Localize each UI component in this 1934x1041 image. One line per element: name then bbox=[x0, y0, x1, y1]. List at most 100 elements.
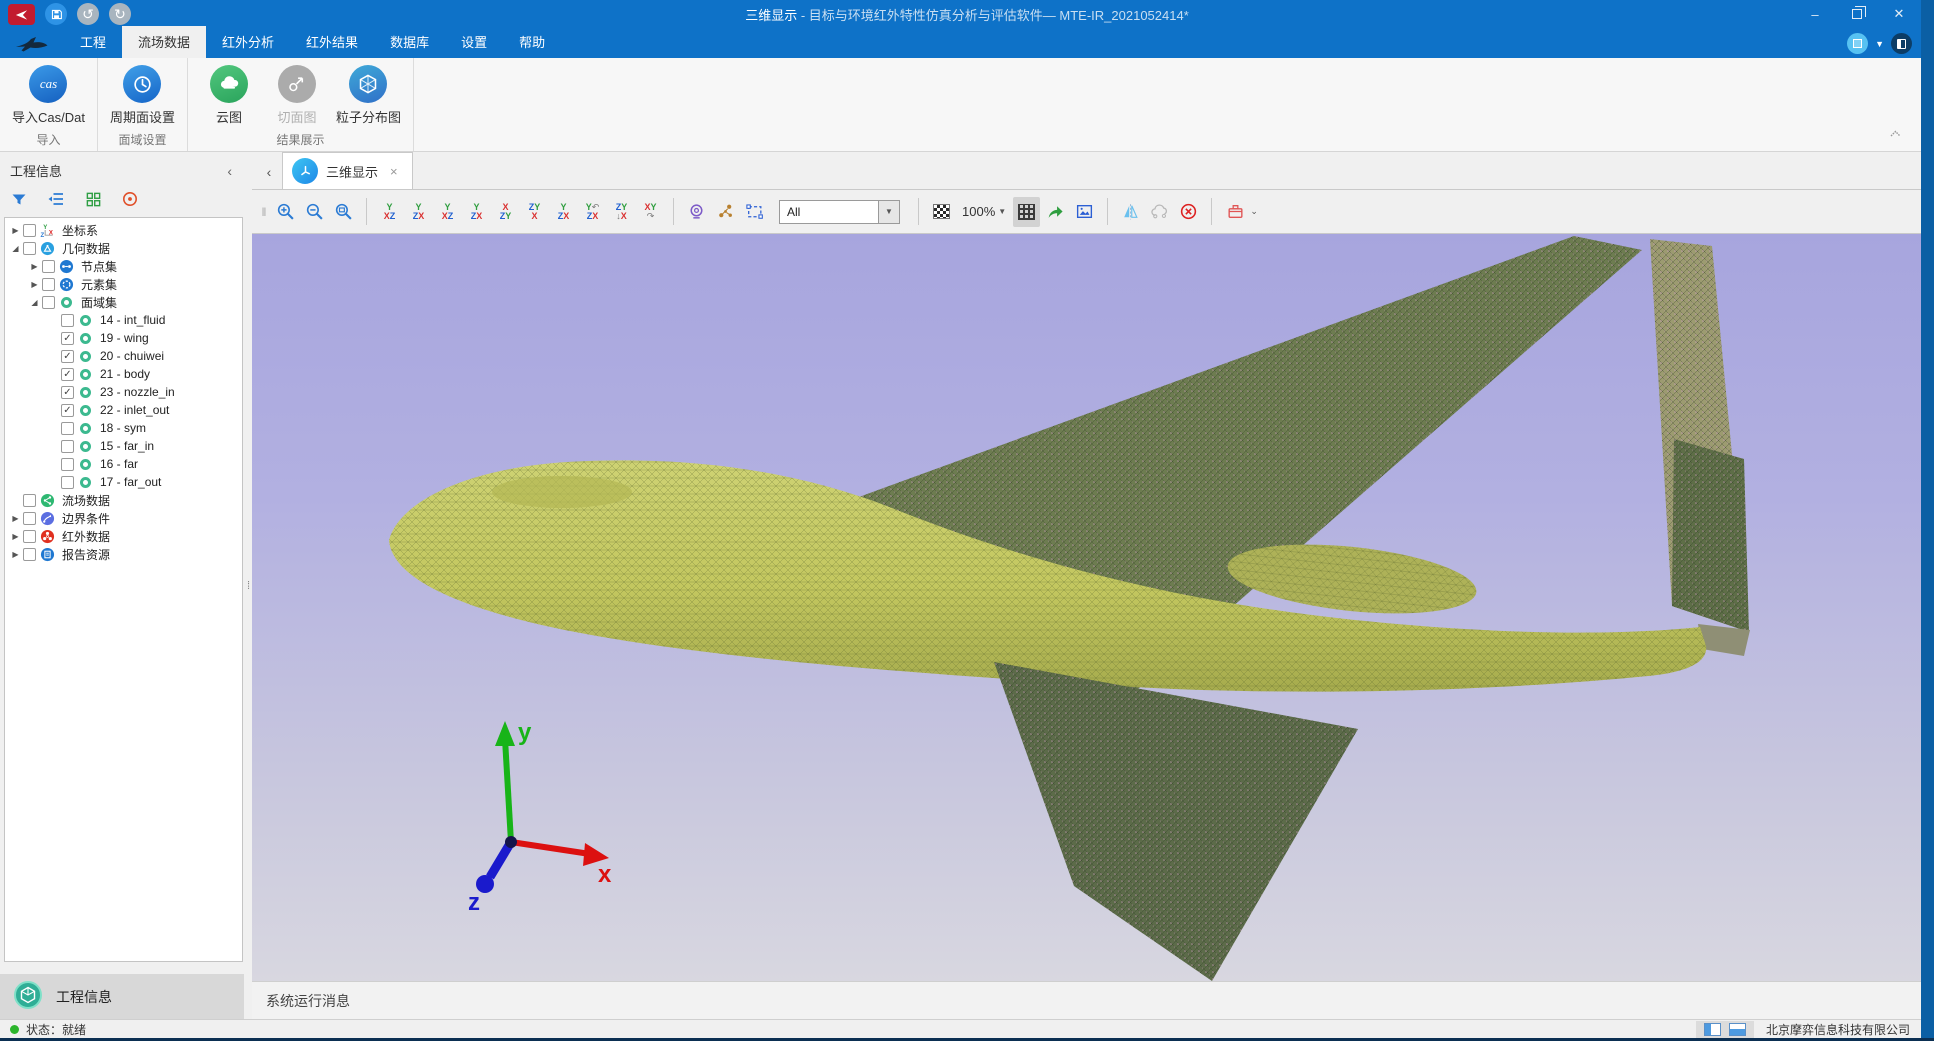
tree-checkbox[interactable]: ✓ bbox=[61, 386, 74, 399]
tree-checkbox[interactable] bbox=[61, 314, 74, 327]
ribbon-button[interactable]: 云图 bbox=[200, 64, 258, 126]
viewport-3d[interactable]: y x z bbox=[252, 234, 1934, 981]
ribbon-button[interactable]: 周期面设置 bbox=[110, 64, 175, 126]
tree-row[interactable]: 18 - sym bbox=[5, 419, 242, 437]
tree-row[interactable]: 14 - int_fluid bbox=[5, 311, 242, 329]
minimize-button[interactable]: – bbox=[1794, 0, 1836, 28]
display-filter-combo[interactable]: All▼ bbox=[779, 200, 900, 224]
close-button[interactable]: ✕ bbox=[1878, 0, 1920, 28]
ribbon-button[interactable]: 切面图 bbox=[268, 64, 326, 126]
tree-checkbox[interactable]: ✓ bbox=[61, 350, 74, 363]
tree-checkbox[interactable]: ✓ bbox=[61, 332, 74, 345]
tree-row[interactable]: ▶YZX坐标系 bbox=[5, 221, 242, 239]
export-arrow-icon[interactable] bbox=[1042, 197, 1069, 227]
target-icon[interactable] bbox=[119, 189, 141, 209]
view-front-icon[interactable]: YXZ bbox=[376, 197, 403, 227]
capture-box-icon[interactable]: ⌄ bbox=[1221, 197, 1263, 227]
view-left-icon[interactable]: YXZ bbox=[434, 197, 461, 227]
tree-row[interactable]: ▶元素集 bbox=[5, 275, 242, 293]
tree-expander-icon[interactable]: ◢ bbox=[28, 298, 41, 307]
panel-left-icon[interactable] bbox=[1704, 1023, 1721, 1036]
menu-item[interactable]: 红外结果 bbox=[290, 26, 374, 58]
tab-close-icon[interactable]: × bbox=[390, 164, 398, 179]
tree-expander-icon[interactable]: ◢ bbox=[9, 244, 22, 253]
tree-checkbox[interactable] bbox=[42, 296, 55, 309]
view-top-icon[interactable]: XZY bbox=[492, 197, 519, 227]
menu-item[interactable]: 流场数据 bbox=[122, 26, 206, 58]
ribbon-button[interactable]: cas导入Cas/Dat bbox=[12, 64, 85, 126]
zoom-level-select[interactable]: 100%▼ bbox=[962, 204, 1006, 219]
tree-expander-icon[interactable]: ▶ bbox=[28, 262, 41, 271]
menu-item[interactable]: 帮助 bbox=[503, 26, 561, 58]
outline-icon[interactable] bbox=[45, 189, 67, 209]
tree-checkbox[interactable] bbox=[42, 260, 55, 273]
view-iso-icon[interactable]: YZX bbox=[550, 197, 577, 227]
theme-icon[interactable] bbox=[1891, 33, 1912, 54]
tree-checkbox[interactable] bbox=[23, 512, 36, 525]
tree-checkbox[interactable] bbox=[42, 278, 55, 291]
ribbon-button[interactable]: 粒子分布图 bbox=[336, 64, 401, 126]
menu-item[interactable]: 红外分析 bbox=[206, 26, 290, 58]
tree-checkbox[interactable] bbox=[23, 494, 36, 507]
tree-expander-icon[interactable]: ▶ bbox=[28, 280, 41, 289]
tree-checkbox[interactable] bbox=[61, 422, 74, 435]
view-down-icon[interactable]: ZY↓X bbox=[608, 197, 635, 227]
tree-row[interactable]: 16 - far bbox=[5, 455, 242, 473]
tree-checkbox[interactable] bbox=[23, 242, 36, 255]
tree-row[interactable]: 流场数据 bbox=[5, 491, 242, 509]
app-pin-icon[interactable] bbox=[8, 4, 35, 25]
particles-icon[interactable] bbox=[712, 197, 739, 227]
menu-item[interactable]: 数据库 bbox=[374, 26, 445, 58]
redo-icon[interactable]: ↻ bbox=[109, 3, 131, 25]
tree-row[interactable]: ▶边界条件 bbox=[5, 509, 242, 527]
undo-icon[interactable]: ↺ bbox=[77, 3, 99, 25]
panel-splitter[interactable]: ⁞ bbox=[244, 152, 252, 1019]
panel-bottom-icon[interactable] bbox=[1729, 1023, 1746, 1036]
tree-row[interactable]: 17 - far_out bbox=[5, 473, 242, 491]
tree-checkbox[interactable] bbox=[61, 440, 74, 453]
layout-icon[interactable] bbox=[82, 189, 104, 209]
point-cloud-icon[interactable] bbox=[1146, 197, 1173, 227]
cancel-icon[interactable] bbox=[1175, 197, 1202, 227]
tree-row[interactable]: ◢几何数据 bbox=[5, 239, 242, 257]
save-icon[interactable] bbox=[45, 3, 67, 25]
tree-row[interactable]: 15 - far_in bbox=[5, 437, 242, 455]
zoom-out-icon[interactable] bbox=[301, 197, 328, 227]
dropdown-caret-icon[interactable]: ▼ bbox=[1875, 39, 1884, 49]
toolbar-drag-handle[interactable]: ‖ bbox=[258, 205, 270, 219]
tree-row[interactable]: ✓21 - body bbox=[5, 365, 242, 383]
tree-checkbox[interactable] bbox=[61, 458, 74, 471]
tab-scroll-left-icon[interactable]: ‹ bbox=[256, 164, 282, 189]
tree-row[interactable]: ▶节点集 bbox=[5, 257, 242, 275]
grid-toggle-icon[interactable] bbox=[1013, 197, 1040, 227]
view-right-icon[interactable]: YZX bbox=[463, 197, 490, 227]
panel-footer-tab[interactable]: 工程信息 bbox=[0, 974, 244, 1019]
tree-expander-icon[interactable]: ▶ bbox=[9, 550, 22, 559]
style-toggle-icon[interactable] bbox=[1847, 33, 1868, 54]
mirror-icon[interactable] bbox=[1117, 197, 1144, 227]
tree-expander-icon[interactable]: ▶ bbox=[9, 514, 22, 523]
rotate-left-icon[interactable]: Y↶ZX bbox=[579, 197, 606, 227]
tree-checkbox[interactable] bbox=[23, 530, 36, 543]
tree-expander-icon[interactable]: ▶ bbox=[9, 226, 22, 235]
tree-row[interactable]: ▶报告资源 bbox=[5, 545, 242, 563]
tree-checkbox[interactable] bbox=[61, 476, 74, 489]
tree-checkbox[interactable] bbox=[23, 224, 36, 237]
view-back-icon[interactable]: YZX bbox=[405, 197, 432, 227]
tree-row[interactable]: ✓19 - wing bbox=[5, 329, 242, 347]
combo-arrow-icon[interactable]: ▼ bbox=[879, 200, 900, 224]
tree-checkbox[interactable]: ✓ bbox=[61, 404, 74, 417]
tree-row[interactable]: ◢面域集 bbox=[5, 293, 242, 311]
zoom-in-icon[interactable] bbox=[272, 197, 299, 227]
zoom-fit-icon[interactable] bbox=[330, 197, 357, 227]
tree-expander-icon[interactable]: ▶ bbox=[9, 532, 22, 541]
tree-checkbox[interactable]: ✓ bbox=[61, 368, 74, 381]
maximize-button[interactable] bbox=[1836, 0, 1878, 28]
menu-item[interactable]: 工程 bbox=[64, 26, 122, 58]
tree-row[interactable]: ✓20 - chuiwei bbox=[5, 347, 242, 365]
snapshot-icon[interactable] bbox=[1071, 197, 1098, 227]
ribbon-collapse-icon[interactable] bbox=[1889, 125, 1902, 143]
view-bottom-icon[interactable]: ZYX bbox=[521, 197, 548, 227]
tree-row[interactable]: ✓22 - inlet_out bbox=[5, 401, 242, 419]
tree-row[interactable]: ✓23 - nozzle_in bbox=[5, 383, 242, 401]
